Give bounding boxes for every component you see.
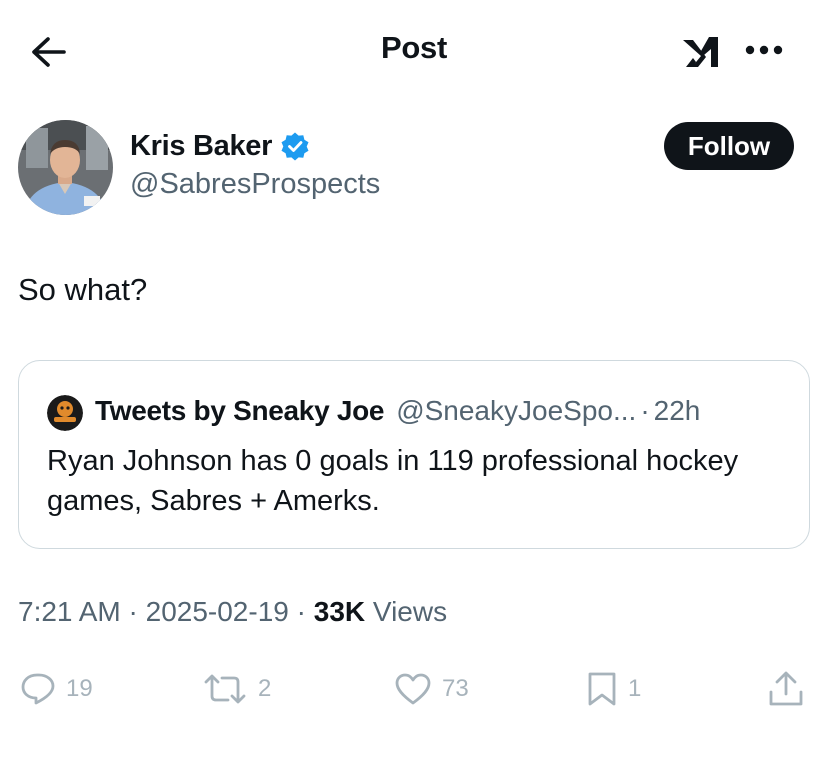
share-icon: [769, 671, 803, 706]
bookmark-button[interactable]: 1: [586, 664, 641, 714]
author-avatar[interactable]: [18, 120, 113, 215]
quoted-tweet-card[interactable]: Tweets by Sneaky Joe @SneakyJoeSpo... · …: [18, 360, 810, 549]
action-bar: 19 2 73 1: [0, 664, 828, 714]
quoted-text: Ryan Johnson has 0 goals in 119 professi…: [47, 445, 739, 517]
share-button[interactable]: [766, 664, 806, 714]
quoted-header: Tweets by Sneaky Joe @SneakyJoeSpo... · …: [95, 391, 700, 431]
verified-badge-icon: [281, 132, 309, 161]
repost-count: 2: [258, 675, 272, 702]
more-horizontal-icon: [745, 45, 783, 55]
views-count[interactable]: 33K: [314, 596, 365, 627]
reply-icon: [21, 673, 55, 705]
views-label: Views: [372, 596, 448, 627]
quoted-separator: ·: [640, 395, 650, 426]
quoted-timestamp: 22h: [653, 395, 701, 426]
author-name-row: Kris Baker: [130, 126, 310, 166]
post-time: 7:21 AM: [18, 596, 121, 627]
grok-button[interactable]: [676, 28, 726, 78]
heart-icon: [395, 673, 431, 705]
reply-button[interactable]: 19: [20, 664, 93, 714]
post-date: 2025-02-19: [145, 596, 289, 627]
quoted-avatar: [47, 395, 83, 431]
meta-separator-2: ·: [296, 596, 306, 627]
more-button[interactable]: [740, 30, 788, 70]
bookmark-icon: [588, 672, 616, 706]
repost-icon: [204, 674, 246, 704]
top-bar: Post: [0, 0, 828, 100]
author-name[interactable]: Kris Baker: [130, 130, 272, 163]
author-handle[interactable]: @SabresProspects: [130, 168, 380, 201]
reply-count: 19: [66, 675, 93, 702]
like-count: 73: [442, 675, 469, 702]
quoted-author-name: Tweets by Sneaky Joe: [95, 395, 385, 426]
follow-button[interactable]: Follow: [664, 122, 794, 170]
post-meta: 7:21 AM · 2025-02-19 · 33K Views: [18, 596, 447, 628]
like-button[interactable]: 73: [394, 664, 469, 714]
grok-icon: [683, 37, 718, 67]
repost-button[interactable]: 2: [202, 664, 271, 714]
meta-separator-1: ·: [128, 596, 138, 627]
bookmark-count: 1: [628, 675, 642, 702]
quoted-author-handle: @SneakyJoeSpo...: [396, 395, 637, 426]
tweet-text: So what?: [18, 272, 148, 307]
